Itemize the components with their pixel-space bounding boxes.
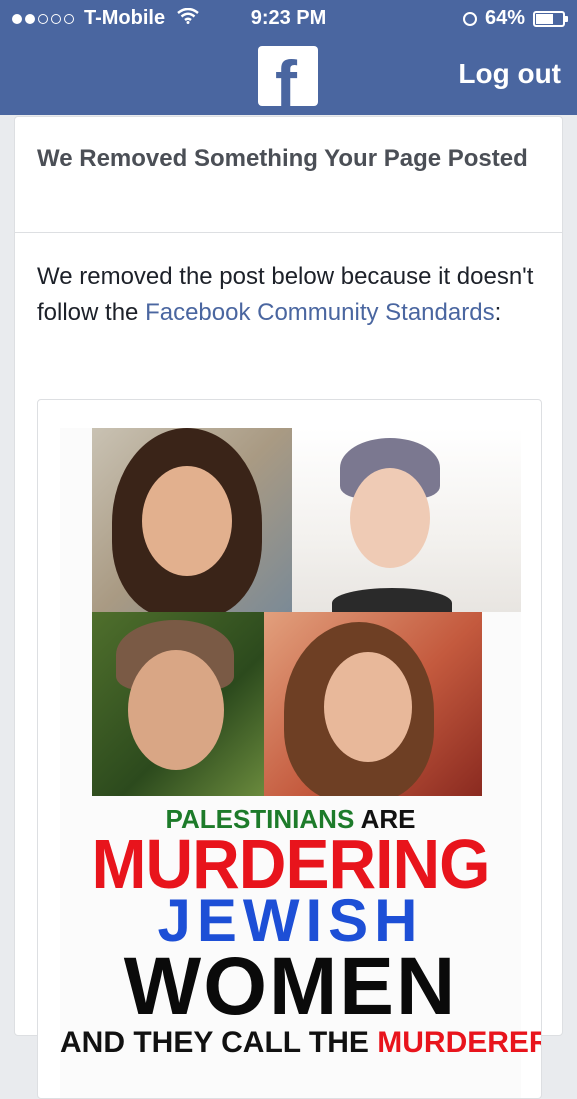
headline-line-4: WOMEN — [123, 941, 458, 1032]
card-title: We Removed Something Your Page Posted — [37, 145, 528, 172]
card-header: We Removed Something Your Page Posted — [15, 117, 562, 233]
photo-woman-1 — [92, 428, 292, 612]
photo-woman-3 — [92, 612, 264, 796]
removal-notice-card: We Removed Something Your Page Posted We… — [14, 116, 563, 1099]
status-bar: T-Mobile 9:23 PM 64% — [0, 0, 577, 38]
logout-button[interactable]: Log out — [458, 58, 561, 90]
message-suffix: : — [494, 299, 502, 326]
headline-line-5: AND THEY CALL THE MURDERERS — [60, 1026, 541, 1059]
photo-woman-2 — [292, 428, 521, 612]
facebook-logo-icon[interactable]: f — [258, 46, 318, 106]
alarm-icon — [462, 11, 477, 26]
status-right: 64% — [462, 7, 568, 30]
card-message: We removed the post below because it doe… — [15, 233, 562, 331]
battery-percent: 64% — [484, 7, 525, 29]
community-standards-link[interactable]: Facebook Community Standards — [145, 299, 495, 326]
photo-woman-4 — [264, 612, 482, 796]
post-image: PALESTINIANS ARE MURDERING JEWISH WOMEN … — [60, 428, 541, 1098]
battery-icon — [533, 10, 568, 27]
removed-post-preview: PALESTINIANS ARE MURDERING JEWISH WOMEN … — [37, 399, 542, 1099]
top-navigation-bar: T-Mobile 9:23 PM 64% f Log out — [0, 0, 577, 115]
